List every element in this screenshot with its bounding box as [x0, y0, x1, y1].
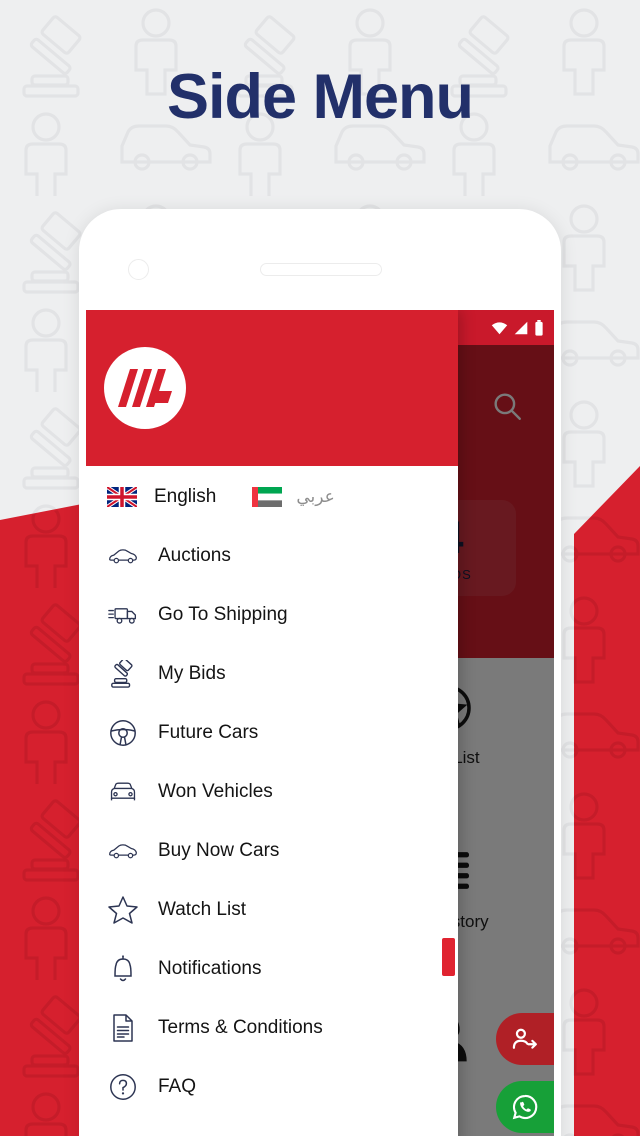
menu-item-label: Watch List: [158, 898, 246, 920]
menu-item-label: Buy Now Cars: [158, 839, 280, 861]
signal-icon: [513, 321, 529, 335]
wifi-icon: [491, 321, 508, 335]
language-label-arabic: عربي: [296, 487, 335, 506]
bell-icon: [107, 953, 139, 985]
phone-screen: 4:45: [86, 310, 554, 1136]
car-front-icon: [107, 776, 139, 808]
menu-item-notifications[interactable]: Notifications: [86, 939, 458, 998]
language-row: English عربي: [86, 468, 458, 526]
gavel-icon: [107, 658, 139, 690]
battery-icon: [534, 319, 544, 336]
drawer-scroll-indicator[interactable]: [442, 938, 455, 976]
language-option-arabic[interactable]: عربي: [252, 487, 335, 507]
menu-item-my-bids[interactable]: My Bids: [86, 644, 458, 703]
menu-item-label: Auctions: [158, 544, 231, 566]
menu-item-auctions[interactable]: Auctions: [86, 526, 458, 585]
truck-icon: [107, 599, 139, 631]
navigation-drawer: English عربي Auctions Go To Shipping My …: [86, 310, 458, 1136]
menu-item-go-to-shipping[interactable]: Go To Shipping: [86, 585, 458, 644]
menu-item-faq[interactable]: FAQ: [86, 1057, 458, 1116]
uae-flag-icon: [252, 487, 283, 507]
page-title: Side Menu: [166, 62, 474, 132]
menu-item-label: FAQ: [158, 1075, 197, 1097]
phone-mockup: 4:45: [79, 209, 561, 1136]
language-option-english[interactable]: English: [105, 485, 217, 509]
menu-item-label: Future Cars: [158, 721, 259, 743]
menu-item-label: Terms & Conditions: [158, 1016, 323, 1038]
car-side-icon: [107, 835, 139, 867]
language-label-english: English: [154, 486, 217, 507]
steering-wheel-icon: [107, 717, 139, 749]
phone-speaker-icon: [260, 263, 382, 276]
brand-logo-icon: [104, 347, 186, 429]
uk-flag-icon: [105, 485, 139, 509]
menu-item-won-vehicles[interactable]: Won Vehicles: [86, 762, 458, 821]
menu-item-label: Notifications: [158, 957, 262, 979]
menu-item-future-cars[interactable]: Future Cars: [86, 703, 458, 762]
menu-item-terms-and-conditions[interactable]: Terms & Conditions: [86, 998, 458, 1057]
drawer-menu-list: English عربي Auctions Go To Shipping My …: [86, 466, 458, 1116]
car-side-icon: [107, 540, 139, 572]
drawer-header: [86, 310, 458, 466]
menu-item-watch-list[interactable]: Watch List: [86, 880, 458, 939]
phone-camera-icon: [128, 259, 149, 280]
whatsapp-fab[interactable]: [496, 1081, 554, 1133]
login-fab[interactable]: [496, 1013, 554, 1065]
question-circle-icon: [107, 1071, 139, 1103]
document-icon: [107, 1012, 139, 1044]
menu-item-label: Go To Shipping: [158, 603, 288, 625]
menu-item-label: My Bids: [158, 662, 226, 684]
star-icon: [107, 894, 139, 926]
menu-item-buy-now-cars[interactable]: Buy Now Cars: [86, 821, 458, 880]
menu-item-label: Won Vehicles: [158, 780, 273, 802]
